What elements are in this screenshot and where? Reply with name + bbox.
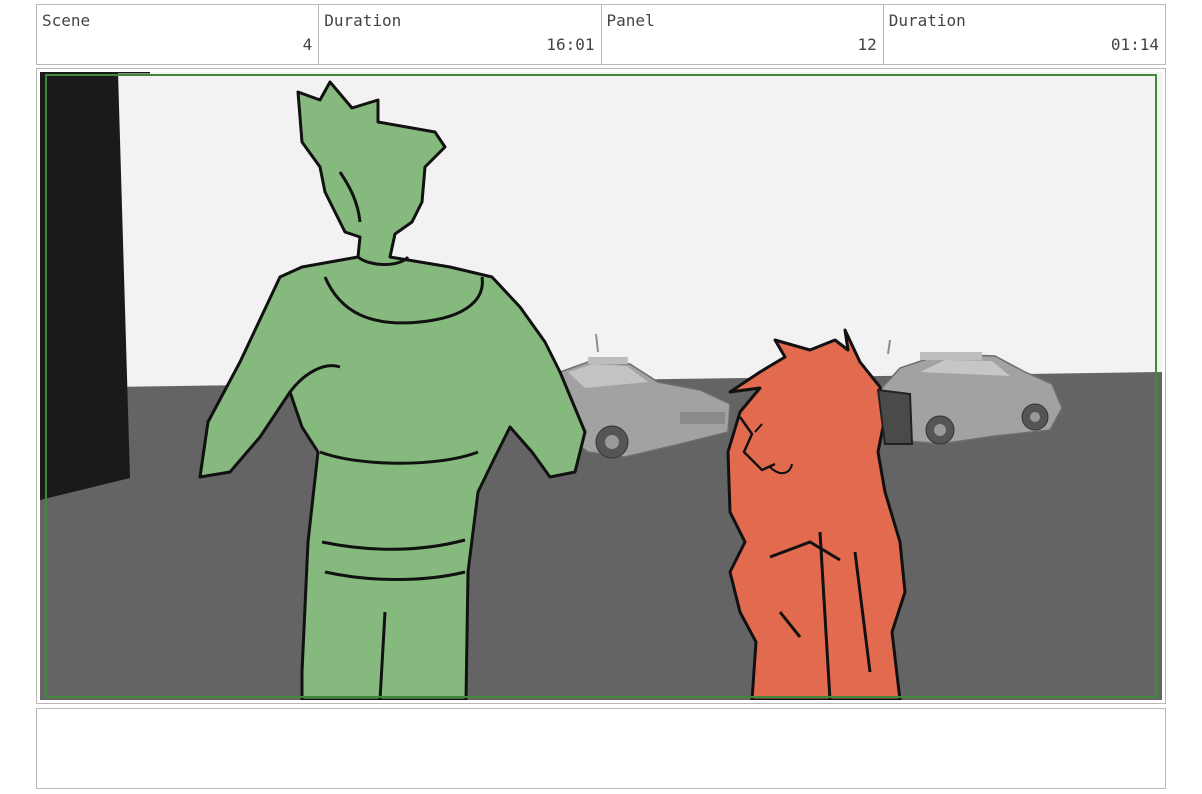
scene-cell: Scene 4: [37, 5, 320, 64]
panel-duration-cell: Duration 01:14: [884, 5, 1165, 64]
shoulder-pad: [876, 388, 914, 445]
panel-value: 12: [857, 35, 877, 54]
panel-duration-label: Duration: [888, 11, 966, 30]
panel-drawing: [40, 72, 1162, 700]
storyboard-panel[interactable]: [36, 68, 1166, 704]
scene-duration-cell: Duration 16:01: [319, 5, 602, 64]
panel-info-header: Scene 4 Duration 16:01 Panel 12 Duration…: [36, 4, 1166, 65]
panel-label: Panel: [606, 11, 655, 30]
panel-notes-box[interactable]: [36, 708, 1166, 789]
panel-duration-value: 01:14: [1110, 35, 1159, 54]
sky-gradient: [40, 72, 1162, 392]
wall: [40, 72, 130, 500]
scene-duration-value: 16:01: [546, 35, 595, 54]
panel-artwork: [40, 72, 1162, 700]
scene-label: Scene: [42, 11, 91, 30]
scene-duration-label: Duration: [324, 11, 402, 30]
scene-value: 4: [302, 35, 313, 54]
panel-cell: Panel 12: [602, 5, 884, 64]
character-red: [726, 328, 907, 700]
